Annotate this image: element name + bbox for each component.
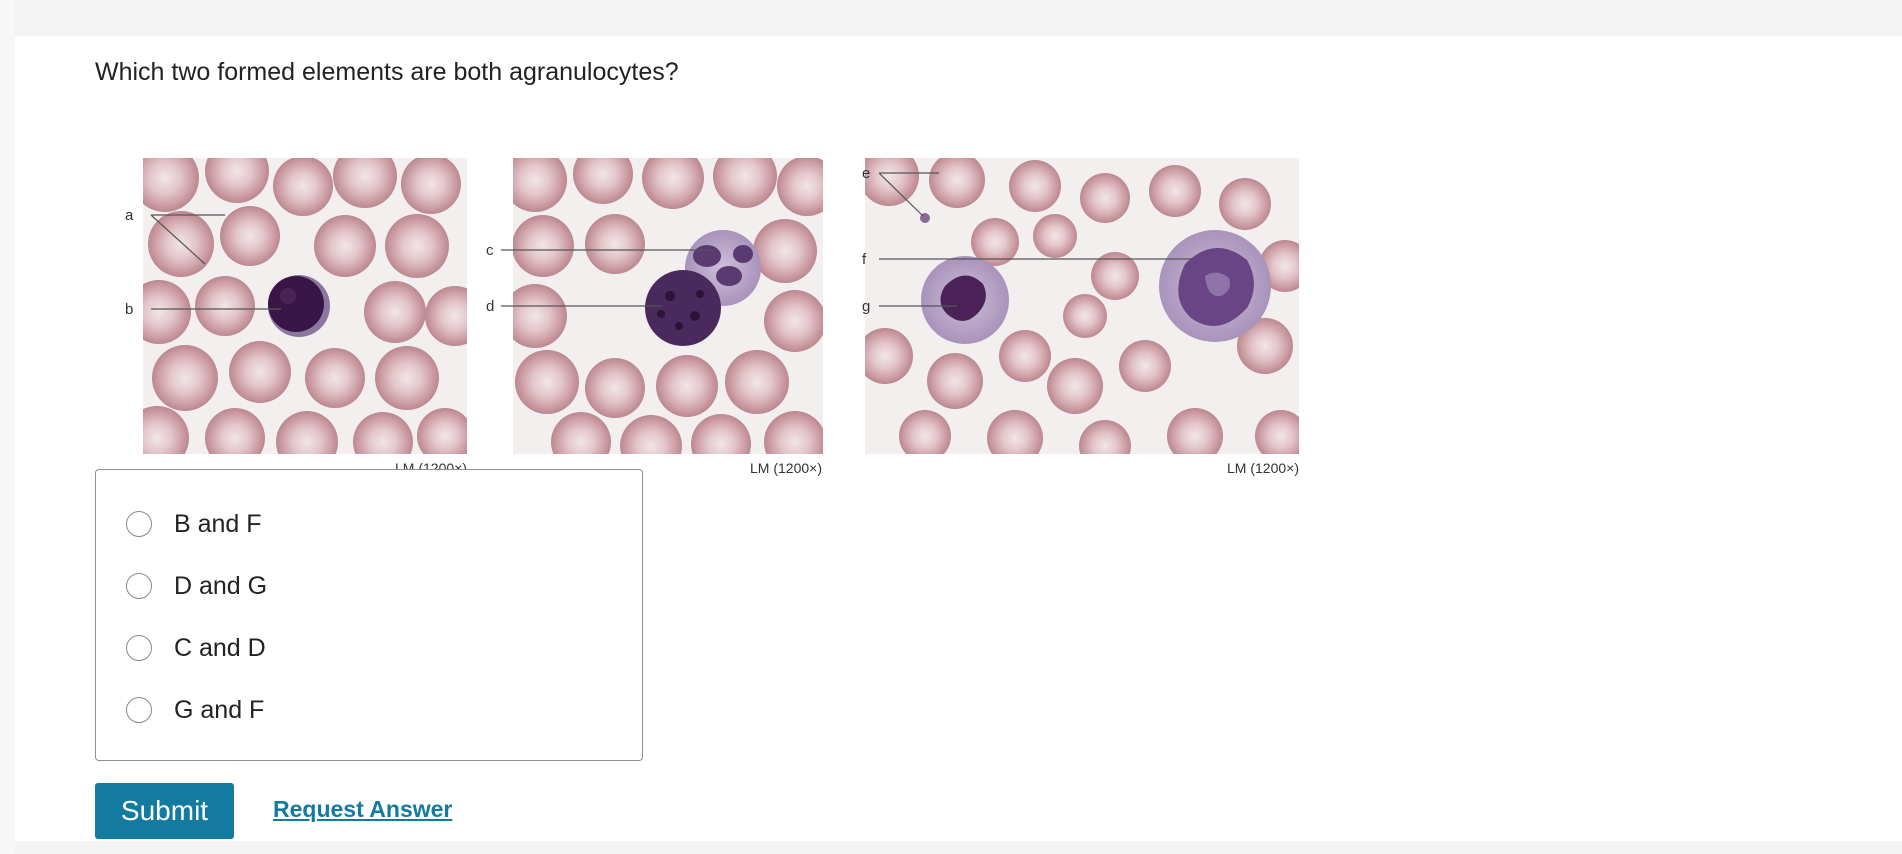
choice-option-4[interactable]: G and F (126, 693, 264, 727)
choice-label: B and F (174, 509, 262, 538)
choice-option-3[interactable]: C and D (126, 631, 266, 665)
figure-label-c: c (486, 242, 494, 259)
radio-button[interactable] (126, 511, 152, 537)
radio-button[interactable] (126, 573, 152, 599)
figure-label-g: g (862, 298, 870, 315)
request-answer-link[interactable]: Request Answer (273, 796, 452, 823)
choice-option-2[interactable]: D and G (126, 569, 267, 603)
answer-choices-box: B and F D and G C and D G and F (95, 469, 643, 761)
bottom-band (15, 841, 1902, 854)
radio-button[interactable] (126, 697, 152, 723)
panel-3-magnification: LM (1200×) (1227, 460, 1299, 476)
panel-2-magnification: LM (1200×) (750, 460, 822, 476)
smear-panel-1: a b LM (1200×) (125, 158, 467, 476)
question-text: Which two formed elements are both agran… (95, 58, 679, 86)
smear-panel-2: c d LM (1200×) (486, 158, 823, 476)
question-panel: Which two formed elements are both agran… (15, 36, 1902, 841)
figure-label-a: a (125, 207, 134, 224)
smear-panel-3: e f g LM (1200×) (862, 158, 1299, 476)
choice-label: D and G (174, 571, 268, 600)
figure-label-d: d (486, 298, 494, 315)
choice-option-1[interactable]: B and F (126, 507, 262, 541)
figure-label-b: b (125, 301, 133, 318)
radio-button[interactable] (126, 635, 152, 661)
top-header-band (15, 0, 1902, 36)
blood-smear-figure: a b LM (1200×) c d LM (1200×) e f g LM (… (95, 116, 1305, 486)
choice-label: C and D (174, 633, 266, 662)
submit-button[interactable]: Submit (95, 783, 234, 839)
figure-label-e: e (862, 165, 870, 182)
choice-label: G and F (174, 695, 265, 724)
